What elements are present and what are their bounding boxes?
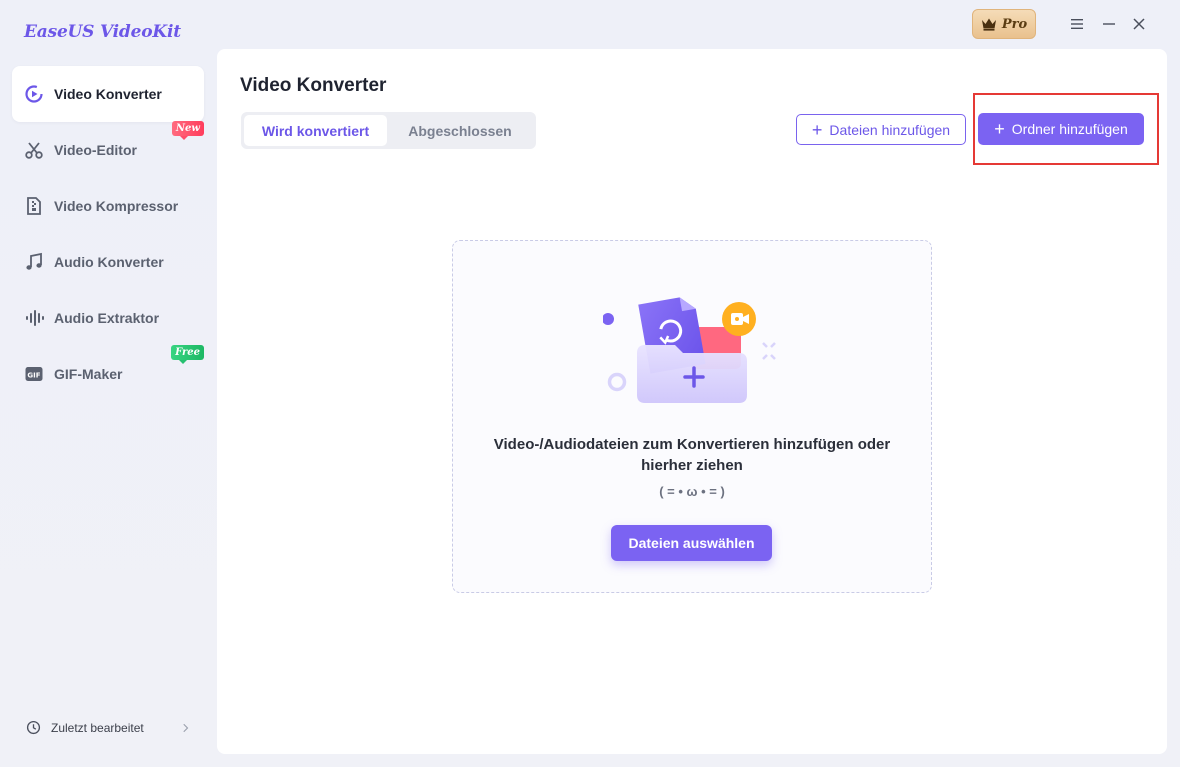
menu-button[interactable] bbox=[1066, 13, 1088, 35]
minimize-icon bbox=[1103, 23, 1115, 25]
scissors-icon bbox=[24, 140, 44, 160]
sidebar-item-audio-extraktor[interactable]: Audio Extraktor bbox=[12, 290, 204, 346]
sidebar-item-video-konverter[interactable]: Video Konverter bbox=[12, 66, 204, 122]
kaomoji-text: ( = • ω • = ) bbox=[659, 484, 725, 499]
page-title: Video Konverter bbox=[240, 75, 387, 96]
sidebar-item-label: Video Konverter bbox=[54, 86, 162, 102]
svg-text:GIF: GIF bbox=[27, 372, 40, 380]
free-tag: Free bbox=[171, 345, 204, 364]
music-note-icon bbox=[24, 252, 44, 272]
sidebar-item-video-editor[interactable]: Video-Editor New bbox=[12, 121, 204, 178]
sidebar: Video Konverter Video-Editor New Video K… bbox=[12, 66, 204, 402]
new-tag: New bbox=[171, 121, 204, 140]
chevron-right-icon bbox=[183, 723, 189, 732]
pro-label: Pro bbox=[1001, 16, 1028, 32]
hamburger-icon bbox=[1071, 19, 1083, 29]
compress-icon bbox=[24, 196, 44, 216]
tab-converting[interactable]: Wird konvertiert bbox=[244, 115, 387, 146]
close-icon bbox=[1133, 18, 1145, 30]
gif-icon: GIF bbox=[24, 364, 44, 384]
recent-label: Zuletzt bearbeitet bbox=[51, 720, 144, 735]
sidebar-item-label: GIF-Maker bbox=[54, 366, 123, 382]
sidebar-item-label: Audio Extraktor bbox=[54, 310, 160, 326]
close-button[interactable] bbox=[1128, 13, 1150, 35]
select-files-button[interactable]: Dateien auswählen bbox=[611, 525, 772, 561]
sidebar-item-gif-maker[interactable]: GIF GIF-Maker Free bbox=[12, 345, 204, 402]
main-panel: Video Konverter Wird konvertiert Abgesch… bbox=[217, 49, 1167, 754]
sidebar-item-label: Video-Editor bbox=[54, 142, 137, 158]
tab-bar: Wird konvertiert Abgeschlossen bbox=[241, 112, 536, 149]
drop-zone[interactable]: Video-/Audiodateien zum Konvertieren hin… bbox=[452, 240, 932, 593]
tab-completed[interactable]: Abgeschlossen bbox=[387, 115, 533, 146]
sidebar-item-audio-konverter[interactable]: Audio Konverter bbox=[12, 234, 204, 290]
folder-illustration-icon bbox=[603, 297, 776, 403]
pro-badge[interactable]: Pro bbox=[972, 9, 1036, 39]
crown-icon bbox=[981, 18, 996, 31]
clock-icon bbox=[26, 720, 41, 735]
drop-instructions: Video-/Audiodateien zum Konvertieren hin… bbox=[493, 436, 891, 474]
sidebar-item-label: Video Kompressor bbox=[54, 198, 179, 214]
app-title: EaseUS VideoKit bbox=[24, 22, 181, 42]
add-files-label: Dateien hinzufügen bbox=[829, 121, 951, 138]
highlight-box bbox=[973, 93, 1159, 165]
sidebar-item-label: Audio Konverter bbox=[54, 254, 164, 270]
audio-wave-icon bbox=[24, 308, 44, 328]
sidebar-item-video-kompressor[interactable]: Video Kompressor bbox=[12, 178, 204, 234]
video-converter-icon bbox=[24, 84, 44, 104]
plus-icon: + bbox=[811, 119, 823, 140]
minimize-button[interactable] bbox=[1098, 13, 1120, 35]
recent-edits-link[interactable]: Zuletzt bearbeitet bbox=[26, 720, 192, 735]
add-files-button[interactable]: + Dateien hinzufügen bbox=[796, 114, 966, 145]
